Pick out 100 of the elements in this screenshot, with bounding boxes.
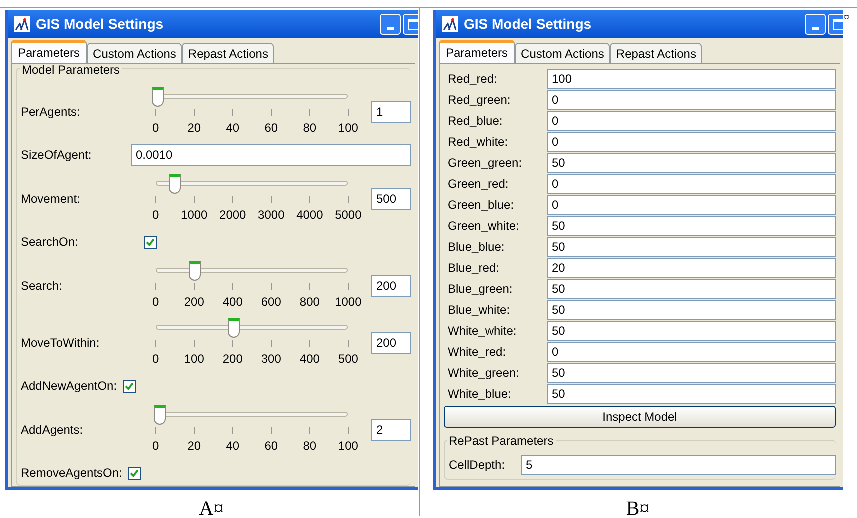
- value-field[interactable]: 0: [547, 110, 836, 130]
- value-field[interactable]: 50: [547, 278, 836, 298]
- tick-label: 300: [261, 350, 282, 368]
- tick-label: 20: [188, 120, 202, 136]
- value-field[interactable]: 20: [547, 258, 836, 278]
- checkmark-icon: [130, 468, 140, 478]
- value-field[interactable]: 50: [547, 320, 836, 340]
- tick-label: 5000: [335, 206, 362, 224]
- value-field[interactable]: 50: [547, 300, 836, 320]
- tab[interactable]: Custom Actions: [87, 43, 182, 63]
- slider-thumb[interactable]: [169, 174, 182, 194]
- tick-label: 3000: [258, 206, 285, 224]
- value-field[interactable]: 500: [371, 188, 411, 210]
- maximize-icon: [833, 18, 843, 30]
- value-field[interactable]: 0: [547, 132, 836, 152]
- tab[interactable]: Parameters: [439, 40, 516, 63]
- value-field[interactable]: 100: [547, 68, 836, 88]
- parameter-label: CellDepth:: [448, 456, 506, 474]
- corner-mark: ¤: [844, 11, 850, 26]
- value-field[interactable]: 0: [547, 194, 836, 214]
- tick-label: 400: [222, 294, 243, 310]
- tick-label: 1000: [335, 294, 362, 310]
- value-field[interactable]: 50: [547, 362, 836, 382]
- inspect-model-button[interactable]: Inspect Model: [444, 406, 836, 428]
- parameter-label: White_white:: [447, 322, 518, 340]
- parameter-label: Blue_green:: [447, 280, 514, 298]
- value-field[interactable]: 0: [547, 90, 836, 110]
- parameter-label: AddAgents:: [20, 422, 84, 438]
- parameter-label: PerAgents:: [20, 104, 82, 120]
- parameter-label: Movement:: [20, 190, 82, 208]
- tick-label: 600: [261, 294, 282, 310]
- parameter-label: MoveToWithin:: [20, 334, 101, 352]
- parameter-label: Blue_red:: [447, 260, 500, 276]
- parameter-label: AddNewAgentOn:: [20, 378, 118, 395]
- checkbox[interactable]: [128, 466, 142, 480]
- tab[interactable]: Custom Actions: [515, 43, 610, 63]
- window-title: GIS Model Settings: [36, 14, 164, 34]
- value-field[interactable]: 0.0010: [131, 144, 411, 166]
- checkbox[interactable]: [123, 380, 136, 392]
- tick-label: 20: [188, 438, 202, 454]
- tick-label: 400: [300, 350, 320, 368]
- parameter-label: Red_white:: [447, 134, 510, 150]
- value-field[interactable]: 1: [371, 100, 411, 122]
- tab[interactable]: Repast Actions: [182, 43, 274, 63]
- parameter-label: White_green:: [447, 364, 520, 382]
- tick-label: 200: [184, 294, 204, 310]
- parameter-label: SearchOn:: [20, 234, 78, 251]
- maximize-icon: [408, 18, 418, 30]
- parameter-label: Red_green:: [447, 92, 512, 108]
- tick-label: 40: [226, 120, 240, 136]
- value-field[interactable]: 50: [547, 384, 836, 404]
- minimize-button[interactable]: [805, 14, 826, 34]
- parameter-label: White_blue:: [447, 386, 512, 402]
- app-logo-icon: [442, 16, 458, 32]
- tab[interactable]: Repast Actions: [610, 43, 702, 63]
- parameter-label: Green_green:: [447, 154, 524, 172]
- tick-label: 100: [184, 350, 204, 368]
- slider-thumb[interactable]: [228, 318, 240, 338]
- tick-label: 0: [152, 294, 160, 310]
- tick-label: 0: [152, 206, 160, 224]
- maximize-button[interactable]: [403, 14, 418, 34]
- value-field[interactable]: 200: [371, 274, 411, 296]
- value-field[interactable]: 5: [521, 454, 836, 474]
- value-field[interactable]: 50: [547, 152, 836, 172]
- checkbox[interactable]: [144, 236, 158, 248]
- tick-label: 0: [152, 350, 160, 368]
- figure-caption: A¤: [199, 497, 224, 518]
- tick-label: 60: [264, 438, 278, 454]
- slider-thumb[interactable]: [154, 404, 166, 424]
- figure-caption: B¤: [626, 497, 650, 518]
- tab[interactable]: Parameters: [11, 40, 88, 63]
- tick-label: 80: [303, 438, 317, 454]
- minimize-button[interactable]: [380, 14, 401, 34]
- tick-label: 40: [226, 438, 240, 454]
- parameter-label: Blue_blue:: [447, 238, 506, 256]
- parameter-label: Search:: [20, 278, 64, 294]
- checkmark-icon: [125, 382, 134, 390]
- parameter-label: SizeOfAgent:: [20, 147, 93, 164]
- value-field[interactable]: 0: [547, 342, 836, 362]
- tick-label: 80: [303, 120, 317, 136]
- slider-thumb[interactable]: [189, 260, 202, 280]
- parameter-label: Blue_white:: [447, 302, 512, 318]
- maximize-button[interactable]: [828, 14, 843, 34]
- tick-label: 4000: [296, 206, 324, 224]
- minimize-icon: [387, 26, 394, 30]
- value-field[interactable]: 0: [547, 174, 836, 194]
- tick-label: 0: [152, 120, 160, 136]
- app-logo-icon: [14, 16, 30, 32]
- slider-thumb[interactable]: [152, 86, 164, 106]
- value-field[interactable]: 50: [547, 236, 836, 256]
- parameter-label: Green_blue:: [447, 196, 516, 214]
- checkmark-icon: [146, 238, 156, 246]
- tick-label: 60: [264, 120, 278, 136]
- parameter-label: Red_red:: [447, 70, 498, 88]
- value-field[interactable]: 50: [547, 216, 836, 236]
- tick-label: 500: [338, 350, 358, 368]
- value-field[interactable]: 2: [371, 418, 411, 440]
- value-field[interactable]: 200: [371, 332, 411, 354]
- parameter-label: White_red:: [447, 344, 508, 360]
- tick-label: 0: [152, 438, 160, 454]
